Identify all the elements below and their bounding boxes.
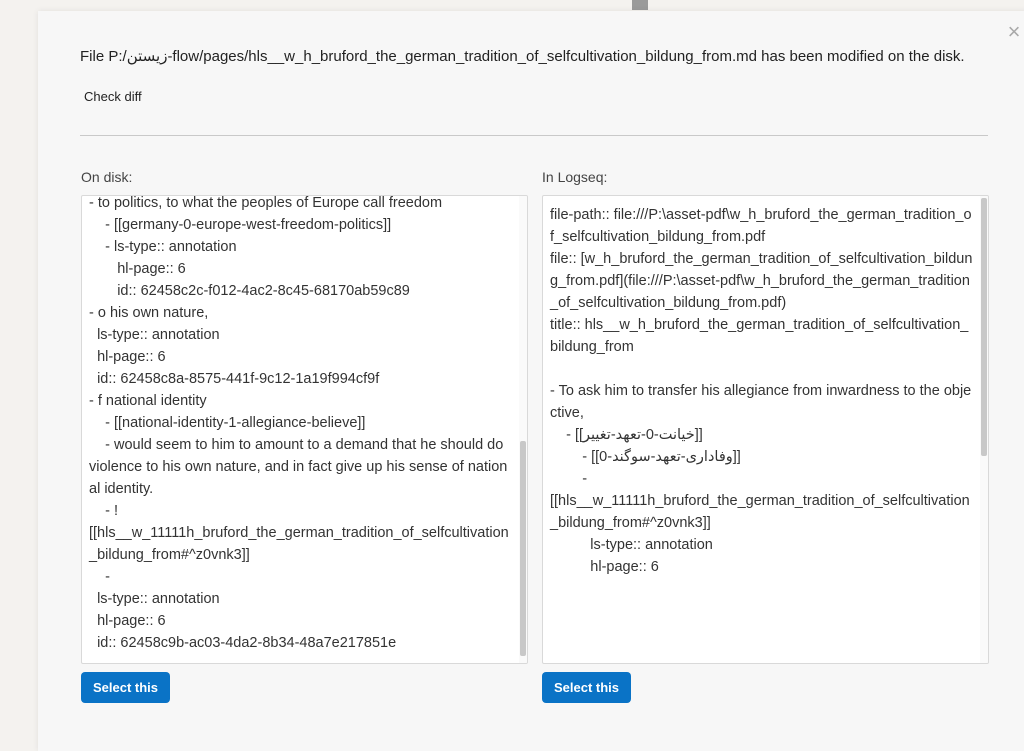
file-modified-dialog: × File P:/زیستن-flow/pages/hls__w_h_bruf…: [38, 11, 1024, 751]
on-disk-scroll-thumb[interactable]: [520, 441, 526, 656]
in-logseq-label: In Logseq:: [542, 169, 608, 185]
on-disk-content[interactable]: - to politics, to what the peoples of Eu…: [82, 196, 519, 654]
select-on-disk-button[interactable]: Select this: [81, 672, 170, 703]
divider: [80, 135, 988, 136]
on-disk-editor[interactable]: - to politics, to what the peoples of Eu…: [81, 195, 528, 664]
close-icon[interactable]: ×: [1003, 21, 1024, 44]
in-logseq-scrollbar[interactable]: [980, 196, 988, 663]
on-disk-scrollbar[interactable]: [519, 196, 527, 663]
check-diff-link[interactable]: Check diff: [84, 89, 142, 104]
in-logseq-editor[interactable]: file-path:: file:///P:\asset-pdf\w_h_bru…: [542, 195, 989, 664]
modified-message: File P:/زیستن-flow/pages/hls__w_h_brufor…: [80, 48, 965, 65]
in-logseq-content[interactable]: file-path:: file:///P:\asset-pdf\w_h_bru…: [543, 204, 980, 578]
select-in-logseq-button[interactable]: Select this: [542, 672, 631, 703]
in-logseq-scroll-thumb[interactable]: [981, 198, 987, 456]
on-disk-label: On disk:: [81, 169, 133, 185]
window-handle: [632, 0, 648, 10]
